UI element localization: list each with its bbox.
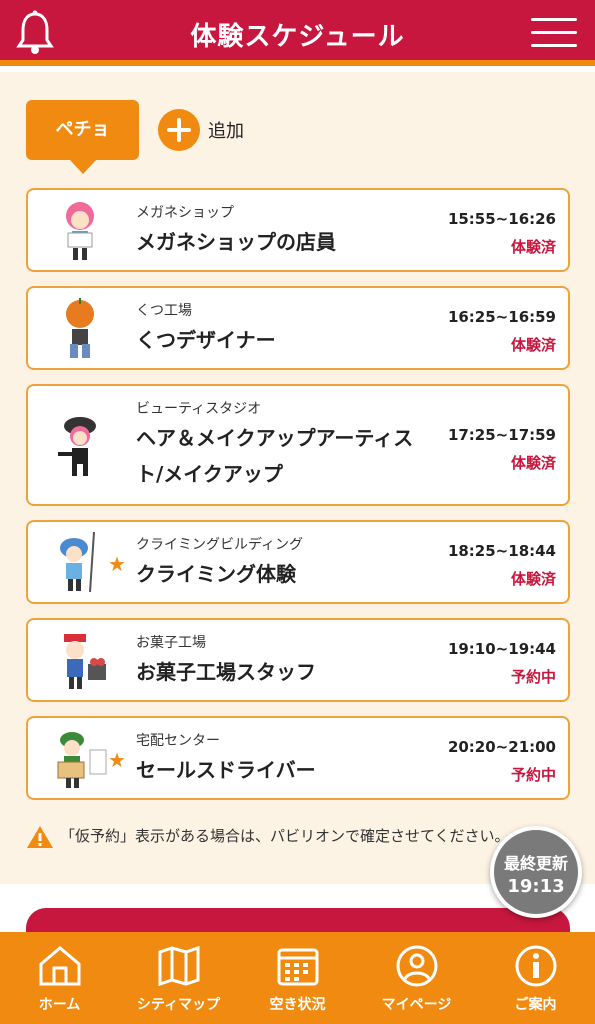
nav-city-map[interactable]: シティマップ bbox=[119, 932, 238, 1024]
job-name: くつデザイナー bbox=[136, 328, 276, 352]
status-badge: 予約中 bbox=[510, 668, 556, 686]
job-name: お菓子工場スタッフ bbox=[136, 660, 316, 684]
page-title: 体験スケジュール bbox=[190, 22, 405, 52]
schedule-list: メガネショップ メガネショップの店員 15:55~16:26 体験済 くつ工場 … bbox=[26, 188, 570, 814]
user-icon bbox=[396, 945, 437, 987]
time-range: 16:25~16:59 bbox=[447, 308, 556, 326]
nav-info[interactable]: ご案内 bbox=[476, 932, 595, 1024]
job-name-line1: ヘア＆メイクアップアーティス bbox=[136, 426, 414, 450]
pavilion-name: お菓子工場 bbox=[136, 635, 206, 651]
status-badge: 体験済 bbox=[510, 454, 556, 472]
app-header: 体験スケジュール bbox=[0, 0, 595, 66]
nav-label: シティマップ bbox=[136, 997, 221, 1013]
character-avatar-icon bbox=[66, 298, 94, 358]
character-avatar-icon bbox=[58, 417, 96, 476]
pavilion-name: ビューティスタジオ bbox=[136, 401, 262, 417]
star-icon: ★ bbox=[108, 748, 126, 772]
schedule-card[interactable]: くつ工場 くつデザイナー 16:25~16:59 体験済 bbox=[26, 286, 570, 370]
notice-text: 「仮予約」表示がある場合は、パビリオンで確定させてください。 bbox=[26, 824, 546, 848]
schedule-card[interactable]: ビューティスタジオ ヘア＆メイクアップアーティス ト/メイクアップ 17:25~… bbox=[26, 384, 570, 506]
last-updated-button[interactable]: 最終更新 19:13 bbox=[490, 826, 582, 918]
time-range: 18:25~18:44 bbox=[447, 542, 556, 560]
bottom-nav: ホーム シティマップ 空き状況 マイページ ご案内 bbox=[0, 932, 595, 1024]
job-name-line2: ト/メイクアップ bbox=[136, 462, 283, 486]
nav-home[interactable]: ホーム bbox=[0, 932, 119, 1024]
notice-message: 「仮予約」表示がある場合は、パビリオンで確定させてください。 bbox=[60, 827, 510, 845]
add-label: 追加 bbox=[208, 121, 244, 142]
schedule-card[interactable]: ★ クライミングビルディング クライミング体験 18:25~18:44 体験済 bbox=[26, 520, 570, 604]
star-icon: ★ bbox=[108, 552, 126, 576]
pavilion-name: くつ工場 bbox=[136, 303, 192, 319]
time-range: 19:10~19:44 bbox=[447, 640, 556, 658]
status-badge: 体験済 bbox=[510, 238, 556, 256]
warning-icon bbox=[27, 826, 53, 848]
nav-label: ホーム bbox=[38, 997, 81, 1013]
job-name: セールスドライバー bbox=[136, 758, 316, 782]
time-range: 17:25~17:59 bbox=[447, 426, 556, 444]
map-icon bbox=[158, 945, 199, 987]
hamburger-menu-icon[interactable] bbox=[531, 18, 577, 48]
nav-my-page[interactable]: マイページ bbox=[357, 932, 476, 1024]
status-badge: 体験済 bbox=[510, 336, 556, 354]
time-range: 20:20~21:00 bbox=[447, 738, 556, 756]
character-avatar-icon bbox=[64, 634, 106, 689]
nav-label: ご案内 bbox=[514, 997, 557, 1013]
member-tabs: ペチョ 追加 bbox=[26, 100, 566, 174]
schedule-card[interactable]: メガネショップ メガネショップの店員 15:55~16:26 体験済 bbox=[26, 188, 570, 272]
add-member-button[interactable]: 追加 bbox=[158, 109, 244, 151]
schedule-card[interactable]: ★ 宅配センター セールスドライバー 20:20~21:00 予約中 bbox=[26, 716, 570, 800]
character-avatar-icon bbox=[60, 531, 95, 593]
character-avatar-icon bbox=[57, 732, 107, 788]
pavilion-name: クライミングビルディング bbox=[136, 537, 304, 553]
nav-label: 空き状況 bbox=[269, 997, 326, 1013]
job-name: クライミング体験 bbox=[136, 562, 296, 586]
main-content: ペチョ 追加 メガネショップ メガネショップの店員 15:55~16:26 体験… bbox=[0, 72, 595, 884]
nav-availability[interactable]: 空き状況 bbox=[238, 932, 357, 1024]
calendar-icon bbox=[277, 948, 318, 986]
status-badge: 体験済 bbox=[510, 570, 556, 588]
pavilion-name: メガネショップ bbox=[136, 205, 234, 221]
pavilion-name: 宅配センター bbox=[136, 733, 220, 749]
tab-member-active[interactable]: ペチョ bbox=[26, 100, 139, 174]
status-badge: 予約中 bbox=[510, 766, 556, 784]
last-updated-label: 最終更新 bbox=[503, 854, 568, 873]
character-avatar-icon bbox=[66, 202, 94, 260]
time-range: 15:55~16:26 bbox=[447, 210, 556, 228]
nav-label: マイページ bbox=[381, 997, 452, 1013]
schedule-card[interactable]: お菓子工場 お菓子工場スタッフ 19:10~19:44 予約中 bbox=[26, 618, 570, 702]
job-name: メガネショップの店員 bbox=[136, 230, 336, 254]
plus-icon bbox=[158, 109, 200, 151]
info-icon bbox=[515, 945, 556, 987]
home-icon bbox=[39, 946, 80, 986]
last-updated-time: 19:13 bbox=[507, 876, 565, 897]
